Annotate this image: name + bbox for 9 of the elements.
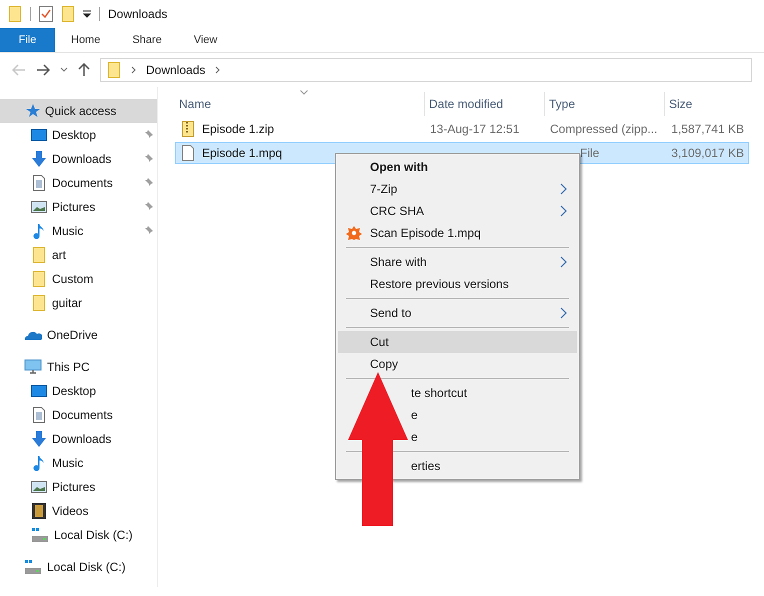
table-cell: Compressed (zipp...: [550, 122, 658, 136]
file-name: Episode 1.mpq: [202, 146, 282, 160]
table-cell: File: [580, 146, 600, 160]
table-cell: 1,587,741 KB: [671, 122, 744, 136]
file-name: Episode 1.zip: [202, 122, 274, 136]
table-cell: 13-Aug-17 12:51: [430, 122, 520, 136]
window-title: Downloads: [108, 7, 168, 21]
menu-header: Open with: [369, 159, 429, 176]
table-cell: 3,109,017 KB: [671, 146, 744, 160]
